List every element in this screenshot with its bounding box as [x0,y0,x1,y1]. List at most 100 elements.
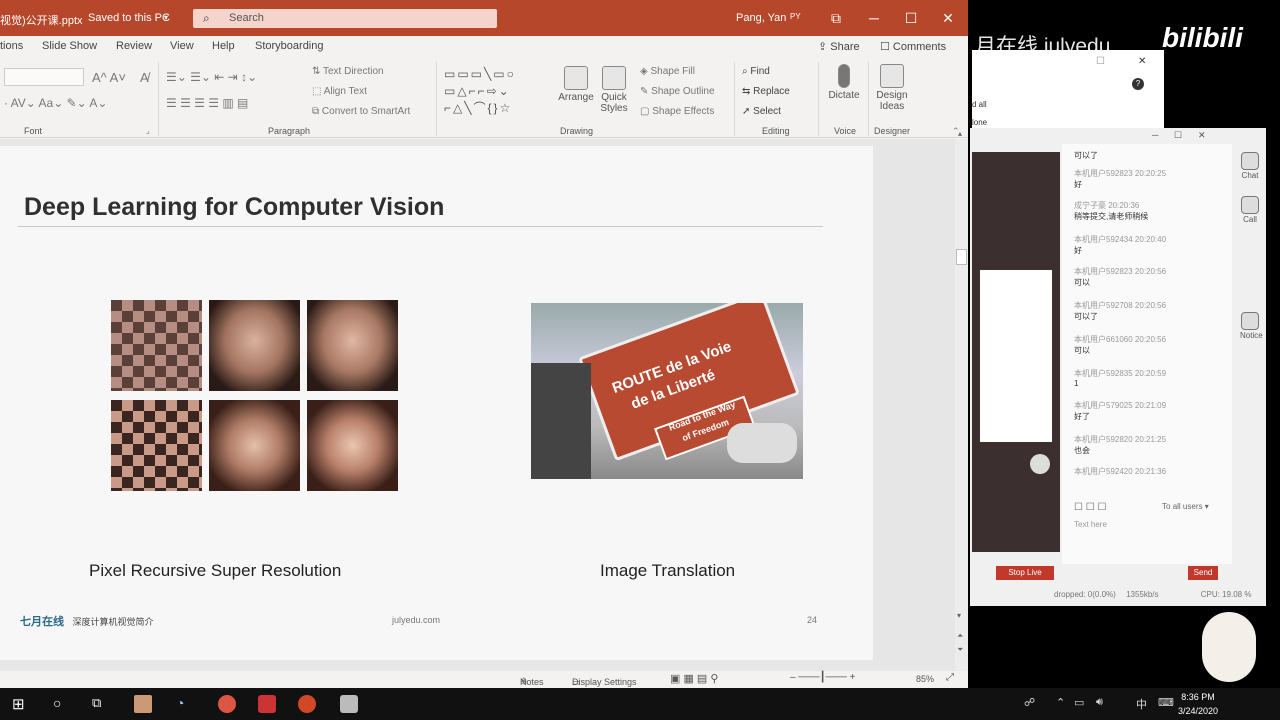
dialog-launcher-icon[interactable]: ⌟ [146,126,150,135]
shape-effects-button[interactable]: ▢ Shape Effects [640,106,714,117]
close-icon[interactable]: ✕ [1198,130,1206,141]
shapes-gallery[interactable]: ▭▭▭╲▭○ ▭△⌐⌐⇨⌄ ⌐△╲⌒{}☆ [444,66,554,120]
show-hidden-icon[interactable]: ⌃ [1056,696,1065,709]
left-caption[interactable]: Pixel Recursive Super Resolution [89,561,341,581]
quick-styles-icon [602,66,626,90]
people-icon[interactable]: ☍ [1024,696,1035,709]
close-icon[interactable]: ✕ [1138,56,1146,67]
volume-icon[interactable]: 🔊︎ [1096,696,1103,709]
user-name[interactable]: Pang, Yan [736,12,786,24]
design-ideas-button[interactable]: Design Ideas [872,64,912,112]
clock[interactable]: 8:36 PM 3/24/2020 [1178,690,1218,718]
footer-logo: 七月在线 深度计算机视觉简介 [20,613,154,629]
ime-indicator[interactable]: 中 [1136,696,1147,712]
powerpoint-icon[interactable] [298,695,316,713]
chrome-icon[interactable] [218,695,236,713]
tab-help[interactable]: Help [212,40,235,52]
chat-input[interactable]: Text here [1074,520,1107,529]
chat-icon [1241,152,1259,170]
app-icon[interactable] [340,695,358,713]
zoom-level[interactable]: 85% [916,674,934,684]
date: 3/24/2020 [1178,706,1219,716]
slide[interactable]: Deep Learning for Computer Vision ROUTE … [0,146,873,660]
shape-fill-button[interactable]: ◈ Shape Fill [640,66,695,77]
clear-format-icon[interactable]: A̸ [140,70,149,85]
find-button[interactable]: ⌕ Find [742,66,770,77]
text-direction-button[interactable]: ⇅ Text Direction [312,66,384,77]
help-icon[interactable]: ? [1132,78,1144,90]
recipient-select[interactable]: To all users ▾ [1162,502,1209,511]
arrange-button[interactable]: Arrange [556,66,596,103]
network-icon[interactable]: ▭ [1074,696,1084,709]
scroll-thumb[interactable] [956,249,967,265]
tab-slide-show[interactable]: Slide Show [42,40,97,52]
microphone-icon [838,64,850,88]
cortana-icon[interactable]: ○ [53,695,71,713]
tab-storyboarding[interactable]: Storyboarding [255,40,324,52]
ribbon-display-icon[interactable]: ⧉ [826,8,846,28]
send-button[interactable]: Send [1188,566,1218,580]
align-text-button[interactable]: ⬚ Align Text [312,86,367,97]
shape-outline-button[interactable]: ✎ Shape Outline [640,86,715,97]
select-button[interactable]: ➚ Select [742,106,781,117]
maximize-icon[interactable]: ☐ [901,8,921,28]
chat-list[interactable]: 可以了 本机用户592823 20:20:25 好 成宁子豪 20:20:36 稍等… [1062,144,1232,564]
previous-slide-icon[interactable]: ⏶ [957,631,963,641]
vertical-scrollbar[interactable]: ▴ ▾ ⏶ ⏷ [955,129,968,671]
font-size-box[interactable] [4,68,84,86]
tab-review[interactable]: Review [116,40,152,52]
tree-silhouette [531,363,591,479]
list-icons[interactable]: ☰⌄ ☰⌄ ⇤ ⇥ ↕⌄ [166,70,257,84]
maximize-icon[interactable]: ☐ [1174,130,1182,141]
chat-user: 本机用户579025 20:21:09 [1074,401,1167,410]
grow-font-icon[interactable]: A^ A˅ [92,70,126,85]
avatar[interactable]: PY [790,12,801,21]
zoom-slider[interactable]: – ───┃─── + [790,672,856,683]
chat-user: 本机用户592823 20:20:25 [1074,169,1167,178]
format-checkboxes[interactable]: ☐ ☐ ☐ [1074,502,1106,513]
file-explorer-icon[interactable] [134,695,152,713]
app-icon[interactable] [258,695,276,713]
dictate-button[interactable]: Dictate [824,64,864,101]
minimize-icon[interactable]: ─ [864,8,884,28]
next-slide-icon[interactable]: ⏷ [957,645,963,655]
reconstructed-face-image [209,300,300,391]
close-icon[interactable]: ✕ [938,8,958,28]
chevron-down-icon[interactable]: ▾ [164,13,168,22]
slide-title[interactable]: Deep Learning for Computer Vision [24,193,444,222]
scroll-up-icon[interactable]: ▴ [958,129,962,138]
share-button[interactable]: ⇪ Share [818,40,860,53]
notice-tab[interactable]: Notice [1240,312,1263,340]
search-box[interactable]: ⌕ Search [193,9,497,28]
replace-button[interactable]: ⇆ Replace [742,86,790,97]
view-buttons[interactable]: ▣ ▦ ▤ ⚲ [670,672,718,685]
tab-view[interactable]: View [170,40,194,52]
convert-smartart-button[interactable]: ⧉ Convert to SmartArt [312,106,410,117]
chat-message: 可以了 [1074,151,1098,160]
right-caption[interactable]: Image Translation [600,561,735,581]
chat-message: 1 [1074,379,1079,388]
tab-animations[interactable]: tions [0,40,23,52]
notice-icon [1241,312,1259,330]
footer-subtitle: 深度计算机视觉简介 [72,617,154,627]
popup-window: ☐ ✕ d all lone ? [972,50,1164,128]
edge-icon[interactable]: ◔ [176,695,194,713]
minimize-icon[interactable]: ─ [1152,130,1158,140]
paragraph-group-label: Paragraph [268,126,311,136]
comments-button[interactable]: ☐ Comments [880,40,946,53]
keyboard-icon[interactable]: ⌨ [1158,696,1174,709]
align-icons[interactable]: ☰ ☰ ☰ ☰ ▥ ▤ [166,96,248,110]
taskbar: ⊞ ○ ⧉ ◔ [0,688,1280,720]
save-status[interactable]: Saved to this PC [88,12,170,24]
chat-tab[interactable]: Chat [1240,152,1260,180]
fit-to-window-icon[interactable]: ⤢ [946,672,954,683]
task-view-icon[interactable]: ⧉ [92,695,110,713]
call-tab[interactable]: Call [1240,196,1260,224]
title-divider [18,226,823,227]
windows-start-icon[interactable]: ⊞ [12,695,30,713]
font-style-icons[interactable]: · AV⌄ Aa⌄ ✎⌄ A⌄ [4,96,107,110]
maximize-icon[interactable]: ☐ [1096,56,1105,67]
stop-live-button[interactable]: Stop Live [996,566,1054,580]
scroll-down-icon[interactable]: ▾ [957,611,961,620]
quick-styles-button[interactable]: Quick Styles [596,66,632,114]
